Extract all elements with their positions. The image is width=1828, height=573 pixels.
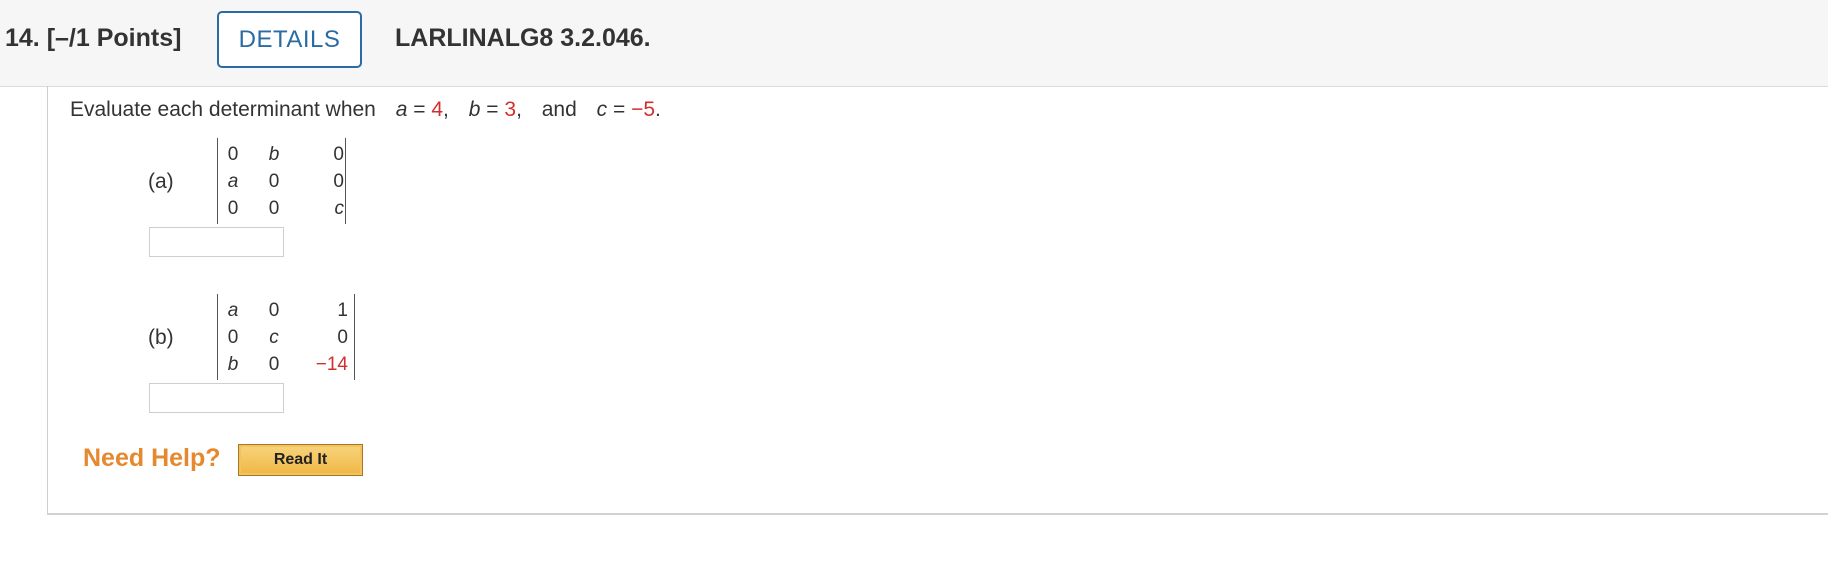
- matrix-a-cell: 0: [268, 198, 280, 219]
- determinant-b: a 0 1 0 c 0 b 0 −14: [217, 294, 355, 380]
- equals-sign: =: [612, 98, 626, 121]
- comma: ,: [516, 98, 522, 121]
- answer-input-b[interactable]: [149, 383, 284, 413]
- comma: ,: [443, 98, 449, 121]
- var-a: a: [395, 98, 408, 121]
- answer-input-a[interactable]: [149, 227, 284, 257]
- matrix-a-cell: 0: [227, 144, 239, 165]
- matrix-b-cell: c: [269, 327, 279, 348]
- value-c: −5: [631, 98, 656, 121]
- var-c: c: [596, 98, 608, 121]
- equals-sign: =: [413, 98, 426, 121]
- matrix-a-cell: 0: [333, 144, 344, 165]
- read-it-button[interactable]: Read It: [238, 444, 363, 476]
- matrix-a-cell: c: [334, 198, 345, 219]
- and-text: and: [541, 98, 577, 121]
- problem-code: LARLINALG8 3.2.046.: [395, 24, 651, 52]
- determinant-a: 0 b 0 a 0 0 0 0 c: [217, 138, 346, 224]
- value-a: 4: [431, 98, 444, 121]
- part-a-label: (a): [148, 170, 174, 193]
- var-b: b: [468, 98, 481, 121]
- equals-sign: =: [486, 98, 499, 121]
- matrix-b-cell: a: [227, 300, 239, 321]
- part-b-label: (b): [148, 326, 174, 349]
- matrix-a-cell: 0: [333, 171, 344, 192]
- matrix-b-cell: 0: [337, 327, 348, 348]
- prompt-lead: Evaluate each determinant when: [70, 98, 376, 121]
- matrix-a-cell: a: [227, 171, 239, 192]
- details-button[interactable]: DETAILS: [217, 11, 362, 68]
- matrix-b-cell: −14: [315, 354, 348, 375]
- matrix-b-cell: 0: [268, 354, 280, 375]
- matrix-a-cell: b: [268, 144, 280, 165]
- matrix-b-cell: 0: [268, 300, 280, 321]
- matrix-b-cell: b: [227, 354, 239, 375]
- need-help-label: Need Help?: [83, 444, 221, 472]
- period: .: [655, 98, 661, 121]
- question-prompt: Evaluate each determinant when a = 4, b …: [70, 98, 661, 122]
- value-b: 3: [504, 98, 517, 121]
- question-header: 14. [–/1 Points] DETAILS LARLINALG8 3.2.…: [0, 0, 1828, 87]
- matrix-a-cell: 0: [227, 198, 239, 219]
- matrix-b-cell: 0: [227, 327, 239, 348]
- matrix-a-cell: 0: [268, 171, 280, 192]
- question-number: 14. [–/1 Points]: [5, 24, 182, 52]
- matrix-b-cell: 1: [337, 300, 348, 321]
